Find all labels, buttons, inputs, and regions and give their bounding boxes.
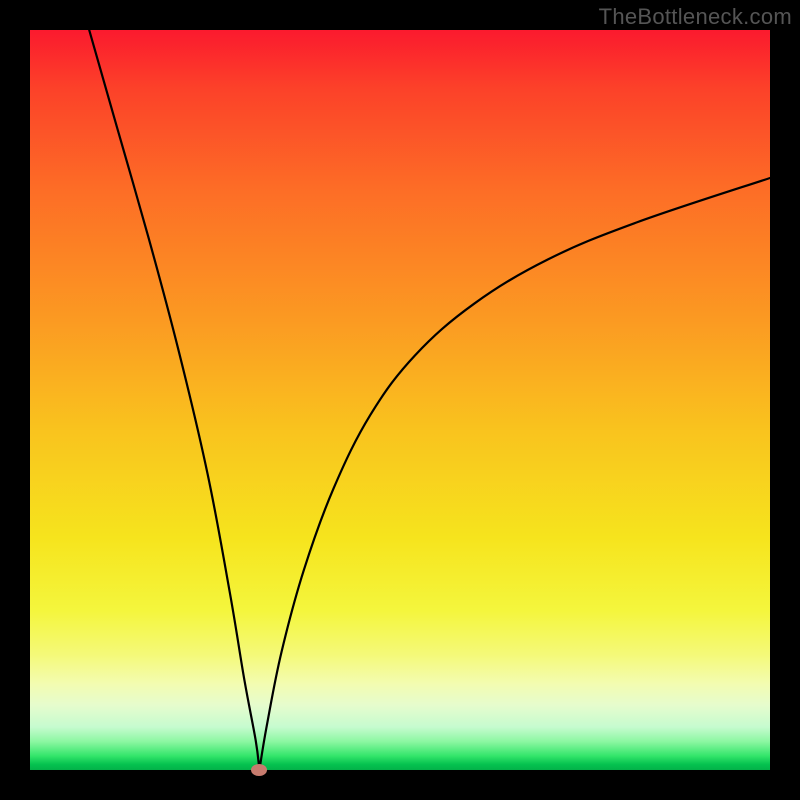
plot-area bbox=[30, 30, 770, 770]
bottleneck-curve bbox=[89, 30, 770, 770]
curve-svg bbox=[30, 30, 770, 770]
chart-frame: TheBottleneck.com bbox=[0, 0, 800, 800]
watermark-text: TheBottleneck.com bbox=[599, 4, 792, 30]
minimum-marker bbox=[251, 764, 267, 776]
